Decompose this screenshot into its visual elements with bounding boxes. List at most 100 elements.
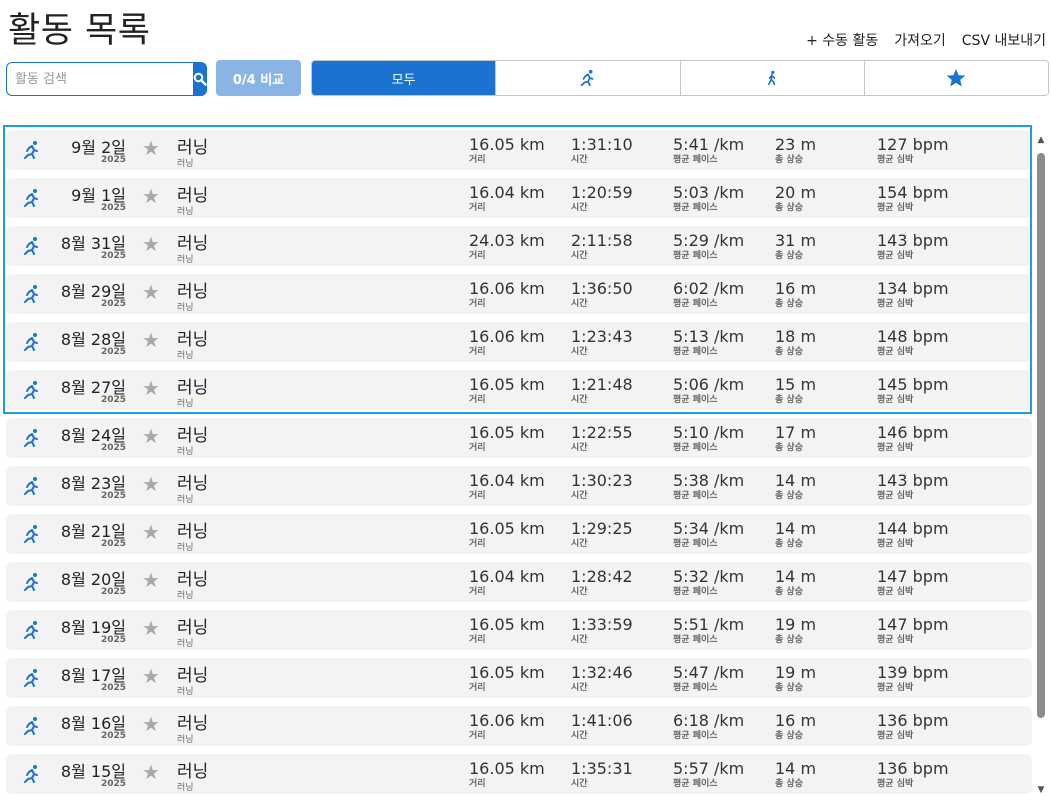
running-icon [24, 525, 38, 543]
activity-name[interactable]: 러닝 [177, 613, 208, 638]
activity-row[interactable]: 8월 21일 2025 ★ 러닝 러닝 16.05 km 거리 1:29:25 시간… [6, 514, 1032, 554]
walking-icon [768, 70, 776, 86]
activity-name[interactable]: 러닝 [177, 517, 208, 542]
activity-name[interactable]: 러닝 [177, 373, 208, 398]
tab-walking[interactable] [680, 61, 865, 95]
elevation-metric: 14 m총 상승 [775, 567, 816, 597]
distance-metric: 16.04 km 거리 [469, 567, 545, 597]
activity-name[interactable]: 러닝 [177, 565, 208, 590]
activity-name[interactable]: 러닝 [177, 181, 208, 206]
activity-name[interactable]: 러닝 [177, 709, 208, 734]
scroll-thumb[interactable] [1037, 153, 1045, 718]
activity-row[interactable]: 8월 31일 2025 ★ 러닝 러닝 24.03 km 거리 2:11:58 시간… [6, 226, 1032, 266]
pace-metric: 6:18 /km 평균 페이스 [673, 711, 744, 741]
activity-name[interactable]: 러닝 [177, 421, 208, 446]
scroll-down-arrow-icon[interactable]: ▼ [1036, 785, 1046, 795]
activity-year: 2025 [100, 299, 126, 309]
pace-metric: 5:29 /km 평균 페이스 [673, 231, 744, 261]
activity-row[interactable]: 8월 23일 2025 ★ 러닝 러닝 16.04 km 거리 1:30:23 시간… [6, 466, 1032, 506]
activity-year: 2025 [100, 683, 126, 693]
running-icon [580, 69, 594, 87]
favorite-star-icon[interactable]: ★ [142, 186, 160, 206]
pace-metric: 5:41 /km 평균 페이스 [673, 135, 744, 165]
elevation-metric: 14 m총 상승 [775, 759, 816, 789]
activity-year: 2025 [100, 203, 126, 213]
compare-button[interactable]: 0/4 비교 [216, 60, 301, 96]
activity-name[interactable]: 러닝 [177, 661, 208, 686]
elevation-metric: 18 m총 상승 [775, 327, 816, 357]
activity-row[interactable]: 9월 1일 2025 ★ 러닝 러닝 16.04 km 거리 1:20:59 시간 … [6, 178, 1032, 218]
time-metric: 1:32:46 시간 [571, 663, 633, 693]
favorite-star-icon[interactable]: ★ [142, 138, 160, 158]
import-button[interactable]: 가져오기 [894, 30, 946, 50]
activity-name[interactable]: 러닝 [177, 757, 208, 782]
heart-rate-metric: 136 bpm 평균 심박 [877, 711, 949, 741]
activity-type: 러닝 [177, 687, 194, 697]
favorite-star-icon[interactable]: ★ [142, 474, 160, 494]
activity-name[interactable]: 러닝 [177, 325, 208, 350]
search-input[interactable] [6, 62, 193, 96]
export-csv-button[interactable]: CSV 내보내기 [962, 30, 1046, 50]
activity-year: 2025 [100, 539, 126, 549]
activity-row[interactable]: 8월 27일 2025 ★ 러닝 러닝 16.05 km 거리 1:21:48 시간… [6, 370, 1032, 410]
distance-metric: 16.06 km 거리 [469, 279, 545, 309]
favorite-star-icon[interactable]: ★ [142, 714, 160, 734]
activity-name[interactable]: 러닝 [177, 469, 208, 494]
activity-year: 2025 [100, 491, 126, 501]
elevation-metric: 20 m총 상승 [775, 183, 816, 213]
tab-favorites[interactable] [864, 61, 1048, 95]
scroll-up-arrow-icon[interactable]: ▲ [1036, 135, 1046, 145]
time-metric: 1:29:25 시간 [571, 519, 633, 549]
time-metric: 1:33:59 시간 [571, 615, 633, 645]
pace-metric: 5:34 /km 평균 페이스 [673, 519, 744, 549]
manual-activity-button[interactable]: + 수동 활동 [806, 30, 878, 50]
activity-row[interactable]: 8월 29일 2025 ★ 러닝 러닝 16.06 km 거리 1:36:50 시간… [6, 274, 1032, 314]
time-metric: 2:11:58 시간 [571, 231, 633, 261]
search-button[interactable] [193, 62, 207, 96]
favorite-star-icon[interactable]: ★ [142, 522, 160, 542]
favorite-star-icon[interactable]: ★ [142, 570, 160, 590]
time-metric: 1:30:23 시간 [571, 471, 633, 501]
pace-metric: 6:02 /km 평균 페이스 [673, 279, 744, 309]
activity-row[interactable]: 8월 19일 2025 ★ 러닝 러닝 16.05 km 거리 1:33:59 시간… [6, 610, 1032, 650]
running-icon [24, 141, 38, 159]
search-icon [193, 72, 207, 86]
running-icon [24, 429, 38, 447]
activity-type: 러닝 [177, 447, 194, 457]
activity-type: 러닝 [177, 255, 194, 265]
running-icon [24, 621, 38, 639]
running-icon [24, 381, 38, 399]
activity-row[interactable]: 8월 24일 2025 ★ 러닝 러닝 16.05 km 거리 1:22:55 시간… [6, 418, 1032, 458]
heart-rate-metric: 148 bpm 평균 심박 [877, 327, 949, 357]
favorite-star-icon[interactable]: ★ [142, 426, 160, 446]
activity-row[interactable]: 8월 16일 2025 ★ 러닝 러닝 16.06 km 거리 1:41:06 시간… [6, 706, 1032, 746]
activity-row[interactable]: 8월 17일 2025 ★ 러닝 러닝 16.05 km 거리 1:32:46 시간… [6, 658, 1032, 698]
favorite-star-icon[interactable]: ★ [142, 666, 160, 686]
pace-metric: 5:32 /km 평균 페이스 [673, 567, 744, 597]
favorite-star-icon[interactable]: ★ [142, 378, 160, 398]
favorite-star-icon[interactable]: ★ [142, 330, 160, 350]
activity-row[interactable]: 8월 28일 2025 ★ 러닝 러닝 16.06 km 거리 1:23:43 시간… [6, 322, 1032, 362]
elevation-metric: 16 m총 상승 [775, 279, 816, 309]
activity-row[interactable]: 8월 20일 2025 ★ 러닝 러닝 16.04 km 거리 1:28:42 시간… [6, 562, 1032, 602]
activity-filter-tabs: 모두 [311, 60, 1049, 96]
activity-name[interactable]: 러닝 [177, 229, 208, 254]
activity-row[interactable]: 8월 15일 2025 ★ 러닝 러닝 16.05 km 거리 1:35:31 시간… [6, 754, 1032, 794]
heart-rate-metric: 147 bpm 평균 심박 [877, 567, 949, 597]
activity-type: 러닝 [177, 639, 194, 649]
activity-name[interactable]: 러닝 [177, 277, 208, 302]
pace-metric: 5:10 /km 평균 페이스 [673, 423, 744, 453]
tab-all[interactable]: 모두 [312, 61, 497, 95]
favorite-star-icon[interactable]: ★ [142, 618, 160, 638]
distance-metric: 16.06 km 거리 [469, 327, 545, 357]
scrollbar[interactable]: ▲ ▼ [1036, 135, 1046, 795]
activity-name[interactable]: 러닝 [177, 133, 208, 158]
tab-running[interactable] [496, 61, 681, 95]
favorite-star-icon[interactable]: ★ [142, 282, 160, 302]
favorite-star-icon[interactable]: ★ [142, 234, 160, 254]
activity-type: 러닝 [177, 207, 194, 217]
elevation-metric: 23 m총 상승 [775, 135, 816, 165]
heart-rate-metric: 145 bpm 평균 심박 [877, 375, 949, 405]
activity-row[interactable]: 9월 2일 2025 ★ 러닝 러닝 16.05 km 거리 1:31:10 시간 … [6, 130, 1032, 170]
favorite-star-icon[interactable]: ★ [142, 762, 160, 782]
